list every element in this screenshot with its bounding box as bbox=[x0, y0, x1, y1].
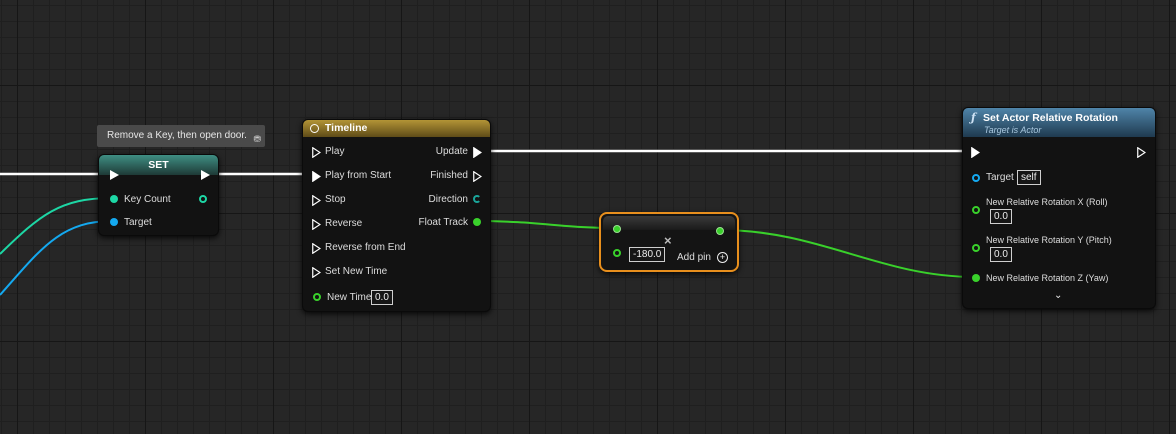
stop-exec-pin[interactable] bbox=[312, 195, 321, 206]
play-from-start-exec-pin[interactable] bbox=[312, 171, 321, 182]
rotation-y-pin[interactable] bbox=[972, 244, 980, 252]
target-label: Target bbox=[124, 217, 152, 228]
new-time-value-field[interactable]: 0.0 bbox=[371, 290, 393, 305]
clock-icon bbox=[310, 124, 319, 133]
comment-bubble[interactable]: Remove a Key, then open door. ⛃ bbox=[97, 125, 265, 147]
set-exec-in-pin[interactable] bbox=[110, 170, 119, 180]
set-new-time-label: Set New Time bbox=[325, 266, 388, 277]
set-node-title: SET bbox=[148, 159, 169, 171]
play-exec-pin[interactable] bbox=[312, 147, 321, 158]
rotation-target-value-field[interactable]: self bbox=[1017, 170, 1041, 185]
new-time-input-pin[interactable] bbox=[313, 293, 321, 301]
finished-exec-pin[interactable] bbox=[473, 171, 482, 182]
target-input-pin[interactable] bbox=[110, 218, 118, 226]
multiply-input-b-pin[interactable] bbox=[613, 249, 621, 257]
reverse-label: Reverse bbox=[325, 218, 363, 229]
set-actor-relative-rotation-node[interactable]: ƒ Set Actor Relative Rotation Target is … bbox=[962, 107, 1156, 309]
rotation-exec-out-pin[interactable] bbox=[1137, 147, 1146, 158]
stop-label: Stop bbox=[325, 194, 346, 205]
set-new-time-exec-pin[interactable] bbox=[312, 267, 321, 278]
multiply-value: -180.0 bbox=[633, 249, 662, 260]
rotation-node-subtitle: Target is Actor bbox=[984, 125, 1042, 135]
finished-label: Finished bbox=[430, 170, 468, 181]
multiply-output-pin[interactable] bbox=[716, 227, 724, 235]
direction-label: Direction bbox=[428, 194, 468, 205]
float-track-output-pin[interactable] bbox=[473, 218, 481, 226]
rotation-x-value: 0.0 bbox=[994, 211, 1008, 222]
rotation-y-value-field[interactable]: 0.0 bbox=[990, 247, 1012, 262]
add-pin-plus-icon[interactable]: + bbox=[717, 252, 728, 263]
key-count-output-pin[interactable] bbox=[199, 195, 207, 203]
multiply-node[interactable]: -180.0 × Add pin + bbox=[599, 212, 739, 272]
reverse-exec-pin[interactable] bbox=[312, 219, 321, 230]
rotation-target-value: self bbox=[1021, 172, 1037, 183]
float-track-label: Float Track bbox=[418, 217, 468, 228]
int-wire-key-count[interactable] bbox=[0, 197, 113, 255]
rotation-y-value: 0.0 bbox=[994, 249, 1008, 260]
rotation-x-value-field[interactable]: 0.0 bbox=[990, 209, 1012, 224]
new-time-value: 0.0 bbox=[375, 292, 389, 303]
rotation-exec-in-pin[interactable] bbox=[971, 147, 980, 158]
play-label: Play bbox=[325, 146, 345, 157]
float-wire-track-to-multiply[interactable] bbox=[473, 220, 617, 229]
multiply-node-header bbox=[603, 216, 735, 230]
multiply-value-field[interactable]: -180.0 bbox=[629, 247, 666, 262]
rotation-x-label: New Relative Rotation X (Roll) bbox=[986, 197, 1108, 207]
rotation-target-label: Target bbox=[986, 172, 1014, 183]
update-exec-pin[interactable] bbox=[473, 147, 482, 158]
float-wire-multiply-to-yaw[interactable] bbox=[719, 229, 976, 278]
timeline-node-header: Timeline bbox=[303, 120, 490, 137]
add-pin-label[interactable]: Add pin bbox=[677, 252, 711, 263]
rotation-y-label: New Relative Rotation Y (Pitch) bbox=[986, 235, 1112, 245]
reverse-from-end-exec-pin[interactable] bbox=[312, 243, 321, 254]
direction-output-pin[interactable] bbox=[473, 195, 481, 203]
timeline-node-title: Timeline bbox=[324, 122, 368, 134]
update-label: Update bbox=[435, 146, 468, 157]
new-time-label: New Time bbox=[327, 292, 372, 303]
object-wire-target[interactable] bbox=[0, 220, 113, 296]
rotation-z-label: New Relative Rotation Z (Yaw) bbox=[986, 273, 1109, 283]
expand-chevron-down-icon[interactable]: ⌄ bbox=[1054, 290, 1062, 301]
reverse-from-end-label: Reverse from End bbox=[325, 242, 406, 253]
rotation-z-pin[interactable] bbox=[972, 274, 980, 282]
key-count-input-pin[interactable] bbox=[110, 195, 118, 203]
rotation-x-pin[interactable] bbox=[972, 206, 980, 214]
key-count-label: Key Count bbox=[124, 194, 171, 205]
multiply-input-a-pin[interactable] bbox=[613, 225, 621, 233]
rotation-node-header: ƒ Set Actor Relative Rotation Target is … bbox=[963, 108, 1155, 137]
function-icon: ƒ bbox=[971, 111, 976, 124]
timeline-node[interactable]: Timeline Play Play from Start Stop Rever… bbox=[302, 119, 491, 312]
multiply-x-icon: × bbox=[664, 233, 672, 248]
play-from-start-label: Play from Start bbox=[325, 170, 392, 181]
pin-comment-icon[interactable]: ⛃ bbox=[253, 128, 261, 150]
set-exec-out-pin[interactable] bbox=[201, 170, 210, 180]
rotation-target-pin[interactable] bbox=[972, 174, 980, 182]
set-variable-node[interactable]: SET Key Count Target bbox=[98, 154, 219, 236]
rotation-node-title: Set Actor Relative Rotation bbox=[983, 112, 1118, 124]
comment-text: Remove a Key, then open door. bbox=[107, 130, 247, 141]
